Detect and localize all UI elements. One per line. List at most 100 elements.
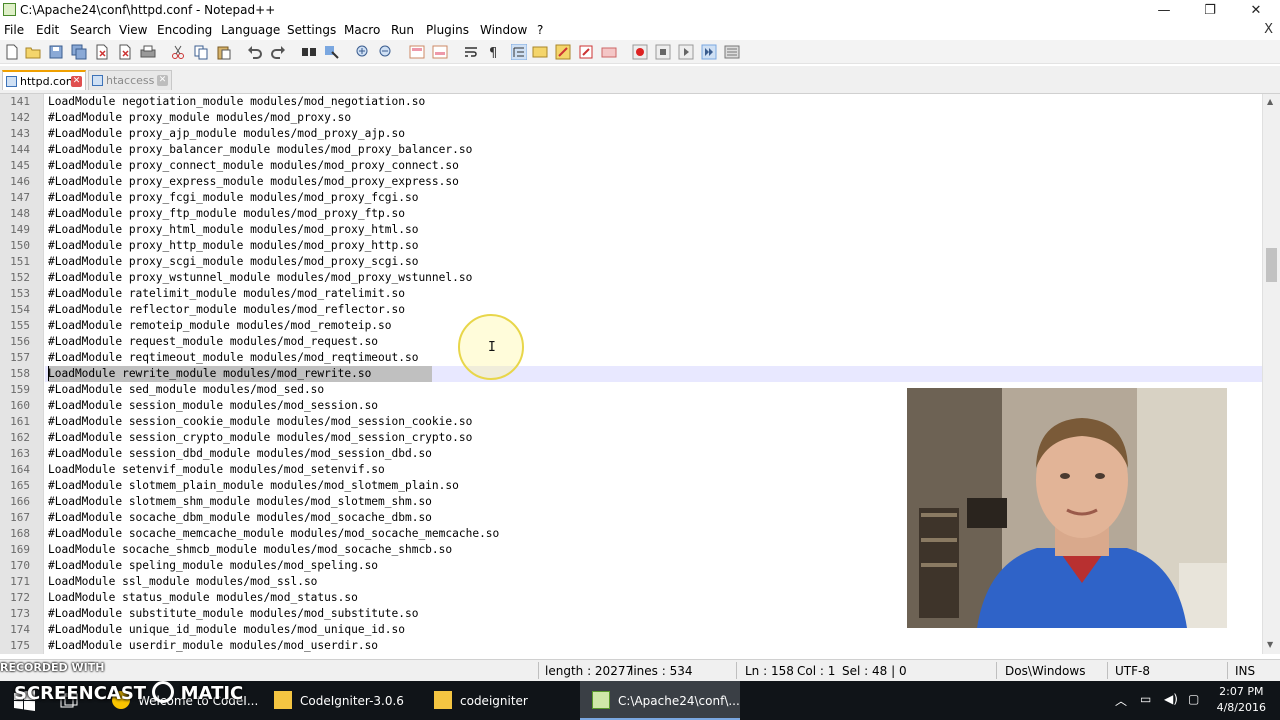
replace-icon[interactable]	[324, 44, 340, 60]
code-line[interactable]: #LoadModule session_cookie_module module…	[48, 415, 472, 428]
code-line[interactable]: #LoadModule proxy_scgi_module modules/mo…	[48, 255, 418, 268]
close-all-icon[interactable]	[117, 44, 133, 60]
run-macro-multiple-icon[interactable]	[701, 44, 717, 60]
code-line[interactable]: #LoadModule substitute_module modules/mo…	[48, 607, 418, 620]
find-icon[interactable]	[301, 44, 317, 60]
redo-icon[interactable]	[270, 44, 286, 60]
folder-workspace-icon[interactable]	[578, 44, 594, 60]
code-line[interactable]: #LoadModule proxy_ftp_module modules/mod…	[48, 207, 405, 220]
tab-httpd-conf[interactable]: httpd.conf ✕	[2, 70, 86, 90]
status-insert-mode[interactable]: INS	[1235, 664, 1255, 678]
menu-file[interactable]: File	[4, 23, 24, 37]
code-line[interactable]: LoadModule negotiation_module modules/mo…	[48, 95, 425, 108]
tab-close-icon[interactable]: ✕	[157, 75, 168, 86]
menu-search[interactable]: Search	[70, 23, 111, 37]
scroll-down-icon[interactable]: ▼	[1267, 640, 1273, 649]
code-line[interactable]: LoadModule setenvif_module modules/mod_s…	[48, 463, 385, 476]
code-line[interactable]: #LoadModule slotmem_plain_module modules…	[48, 479, 459, 492]
taskbar-item-folder-codeigniter[interactable]: codeigniter	[422, 681, 578, 720]
scrollbar-thumb[interactable]	[1266, 248, 1277, 282]
code-line[interactable]: #LoadModule speling_module modules/mod_s…	[48, 559, 378, 572]
code-line[interactable]: #LoadModule ratelimit_module modules/mod…	[48, 287, 405, 300]
code-line[interactable]: #LoadModule proxy_fcgi_module modules/mo…	[48, 191, 418, 204]
menu-run[interactable]: Run	[391, 23, 414, 37]
new-file-icon[interactable]	[4, 44, 20, 60]
word-wrap-icon[interactable]	[463, 44, 479, 60]
code-line[interactable]: #LoadModule slotmem_shm_module modules/m…	[48, 495, 432, 508]
undo-icon[interactable]	[247, 44, 263, 60]
show-all-chars-icon[interactable]: ¶	[486, 44, 502, 60]
tab-close-icon[interactable]: ✕	[71, 76, 82, 87]
code-line[interactable]: LoadModule status_module modules/mod_sta…	[48, 591, 358, 604]
code-line[interactable]: #LoadModule session_crypto_module module…	[48, 431, 472, 444]
code-line[interactable]: #LoadModule reflector_module modules/mod…	[48, 303, 405, 316]
code-line[interactable]: #LoadModule proxy_html_module modules/mo…	[48, 223, 418, 236]
paste-icon[interactable]	[216, 44, 232, 60]
save-all-icon[interactable]	[71, 44, 87, 60]
code-line[interactable]: #LoadModule request_module modules/mod_r…	[48, 335, 378, 348]
network-icon[interactable]: ▭	[1140, 692, 1151, 706]
taskbar-item-folder-codeigniter-306[interactable]: CodeIgniter-3.0.6	[262, 681, 418, 720]
zoom-in-icon[interactable]	[355, 44, 371, 60]
record-macro-icon[interactable]	[632, 44, 648, 60]
function-list-icon[interactable]	[555, 44, 571, 60]
play-macro-icon[interactable]	[678, 44, 694, 60]
volume-icon[interactable]: ◀)	[1164, 692, 1178, 706]
menu-window[interactable]: Window	[480, 23, 527, 37]
indent-guide-icon[interactable]	[511, 44, 527, 60]
taskbar-item-notepadpp[interactable]: C:\Apache24\conf\...	[580, 681, 740, 720]
code-line[interactable]: #LoadModule reqtimeout_module modules/mo…	[48, 351, 418, 364]
taskbar-clock[interactable]: 2:07 PM 4/8/2016	[1217, 684, 1266, 716]
doc-map-icon[interactable]	[532, 44, 548, 60]
code-line[interactable]: LoadModule ssl_module modules/mod_ssl.so	[48, 575, 317, 588]
monitoring-icon[interactable]	[601, 44, 617, 60]
menu-help[interactable]: ?	[537, 23, 543, 37]
menu-edit[interactable]: Edit	[36, 23, 59, 37]
copy-icon[interactable]	[193, 44, 209, 60]
maximize-button[interactable]: ❐	[1187, 0, 1233, 20]
stop-macro-icon[interactable]	[655, 44, 671, 60]
code-line[interactable]: #LoadModule unique_id_module modules/mod…	[48, 623, 405, 636]
code-line[interactable]: #LoadModule proxy_balancer_module module…	[48, 143, 472, 156]
tab-htaccess[interactable]: htaccess ✕	[88, 70, 172, 90]
code-line[interactable]: #LoadModule proxy_ajp_module modules/mod…	[48, 127, 405, 140]
menu-settings[interactable]: Settings	[287, 23, 336, 37]
code-line[interactable]: #LoadModule proxy_http_module modules/mo…	[48, 239, 418, 252]
open-file-icon[interactable]	[25, 44, 41, 60]
close-document-button[interactable]: X	[1264, 22, 1273, 37]
sync-horizontal-icon[interactable]	[432, 44, 448, 60]
code-line[interactable]: #LoadModule session_dbd_module modules/m…	[48, 447, 432, 460]
code-line[interactable]: #LoadModule sed_module modules/mod_sed.s…	[48, 383, 324, 396]
code-line[interactable]: #LoadModule socache_memcache_module modu…	[48, 527, 499, 540]
status-encoding[interactable]: UTF-8	[1115, 664, 1150, 678]
vertical-scrollbar[interactable]: ▲ ▼	[1262, 94, 1280, 654]
save-icon[interactable]	[48, 44, 64, 60]
code-line[interactable]: #LoadModule session_module modules/mod_s…	[48, 399, 378, 412]
code-line[interactable]: #LoadModule remoteip_module modules/mod_…	[48, 319, 392, 332]
print-icon[interactable]	[140, 44, 156, 60]
code-line[interactable]: #LoadModule proxy_module modules/mod_pro…	[48, 111, 351, 124]
code-line[interactable]: #LoadModule proxy_connect_module modules…	[48, 159, 459, 172]
code-line[interactable]: #LoadModule proxy_wstunnel_module module…	[48, 271, 472, 284]
scroll-up-icon[interactable]: ▲	[1267, 97, 1273, 106]
close-icon[interactable]	[94, 44, 110, 60]
code-line[interactable]: LoadModule socache_shmcb_module modules/…	[48, 543, 452, 556]
zoom-out-icon[interactable]	[378, 44, 394, 60]
menu-language[interactable]: Language	[221, 23, 280, 37]
tray-chevron-icon[interactable]: ︿	[1115, 692, 1127, 709]
code-line[interactable]: LoadModule rewrite_module modules/mod_re…	[48, 367, 371, 380]
action-center-icon[interactable]: ▢	[1188, 692, 1199, 706]
code-line[interactable]: #LoadModule proxy_express_module modules…	[48, 175, 459, 188]
menu-macro[interactable]: Macro	[344, 23, 380, 37]
sync-vertical-icon[interactable]	[409, 44, 425, 60]
menu-encoding[interactable]: Encoding	[157, 23, 212, 37]
cut-icon[interactable]	[170, 44, 186, 60]
code-line[interactable]: #LoadModule userdir_module modules/mod_u…	[48, 639, 378, 652]
code-line[interactable]: #LoadModule socache_dbm_module modules/m…	[48, 511, 432, 524]
menu-plugins[interactable]: Plugins	[426, 23, 469, 37]
save-macro-icon[interactable]	[724, 44, 740, 60]
status-eol-format[interactable]: Dos\Windows	[1005, 664, 1085, 678]
close-window-button[interactable]: ✕	[1233, 0, 1279, 20]
minimize-button[interactable]: —	[1141, 0, 1187, 20]
menu-view[interactable]: View	[119, 23, 147, 37]
